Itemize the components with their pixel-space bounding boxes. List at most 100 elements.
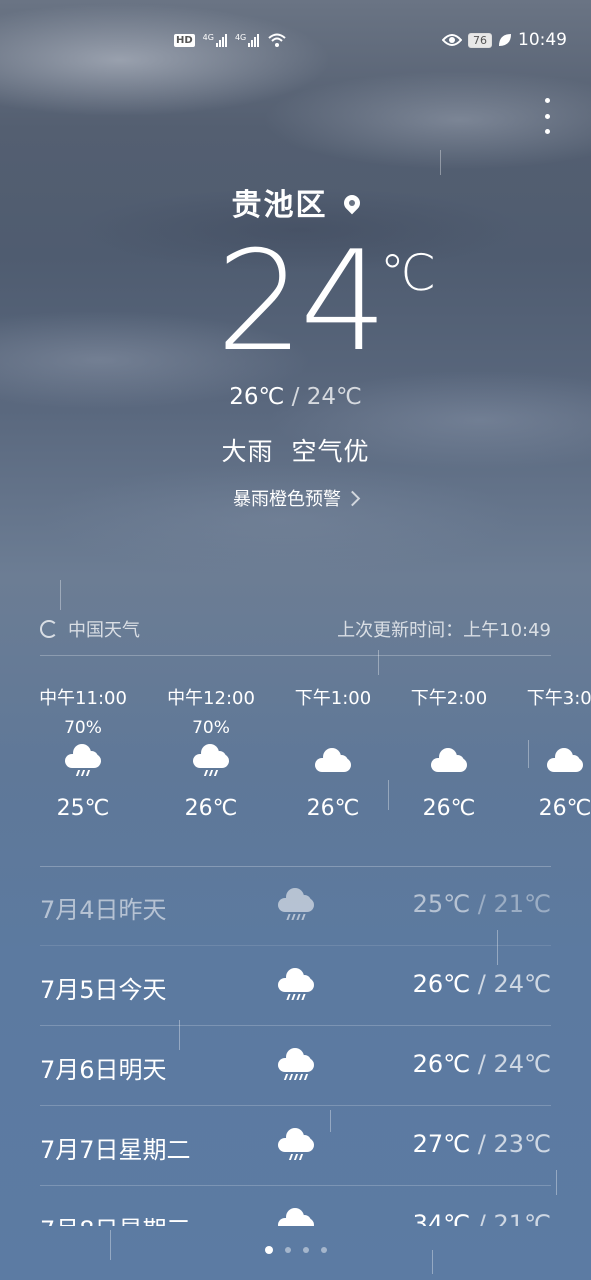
day-temp-range: 26℃ / 24℃ (413, 970, 551, 998)
more-options-button[interactable] (541, 98, 553, 134)
separator: / (477, 1210, 486, 1226)
rain-cloud-icon (276, 886, 316, 926)
location-pin-icon (340, 191, 363, 215)
hour-time: 中午12:00 (167, 688, 255, 709)
hour-time: 下午2:00 (410, 688, 488, 709)
cloud-icon (276, 1206, 316, 1226)
location-header[interactable]: 贵池区 (0, 180, 591, 224)
current-temperature: 24 (216, 221, 388, 382)
last-updated: 上次更新时间：上午10:49 (337, 620, 551, 641)
day-temp-range: 26℃ / 24℃ (413, 1050, 551, 1078)
precip-probability (394, 718, 504, 738)
source-row: 中国天气 上次更新时间：上午10:49 (40, 616, 551, 644)
rain-cloud-icon (28, 742, 138, 792)
daily-row[interactable]: 7月6日明天 26℃ / 24℃ (40, 1026, 551, 1106)
page-dot[interactable] (284, 1247, 291, 1253)
hd-badge: HD (174, 33, 195, 47)
precip-probability: 70% (64, 718, 102, 738)
separator: / (477, 890, 486, 918)
page-dot[interactable] (320, 1247, 327, 1253)
hour-temp: 26℃ (184, 796, 238, 821)
day-label: 7月4日昨天 (40, 896, 167, 924)
heavy-rain-cloud-icon (276, 1046, 316, 1086)
hourly-item: 下午1:00 26℃ (278, 684, 388, 821)
separator: / (477, 1050, 486, 1078)
day-label: 7月6日明天 (40, 1056, 167, 1084)
eye-icon (442, 34, 462, 46)
day-label: 7月7日星期二 (40, 1136, 191, 1164)
day-low: 21℃ (493, 1210, 552, 1226)
today-high: 26℃ (229, 384, 285, 410)
clock: 10:49 (518, 30, 567, 50)
day-label: 7月5日今天 (40, 976, 167, 1004)
daily-forecast[interactable]: 7月4日昨天 25℃ / 21℃ 7月5日今天 26℃ / 24℃ 7月6日明天… (40, 866, 551, 1226)
air-quality[interactable]: 空气优 (291, 437, 369, 466)
hourly-item: 中午11:00 70% 25℃ (28, 684, 138, 821)
hour-time: 中午11:00 (39, 688, 127, 709)
hourly-item: 下午2:00 26℃ (394, 684, 504, 821)
hour-time: 下午3:00 (526, 688, 591, 709)
cloud-icon (510, 742, 591, 792)
today-low: 24℃ (306, 384, 362, 410)
day-label: 7月8日星期三 (40, 1210, 191, 1226)
signal-icon: 4G (234, 33, 260, 47)
day-temp-range: 25℃ / 21℃ (413, 890, 551, 918)
day-temp-range: 34℃ / 21℃ (413, 1210, 551, 1226)
divider (40, 655, 551, 656)
cloud-icon (394, 742, 504, 792)
page-indicator[interactable] (0, 1246, 591, 1254)
rain-cloud-icon (276, 1126, 316, 1166)
status-bar: HD 4G 4G 76 10:49 (0, 30, 591, 56)
day-temp-range: 27℃ / 23℃ (413, 1130, 551, 1158)
network-type-label: 4G (202, 33, 214, 42)
network-type-label: 4G (234, 33, 247, 42)
source-name: 中国天气 (68, 620, 140, 641)
rain-cloud-icon (156, 742, 266, 792)
weather-alert-label: 暴雨橙色预警 (233, 489, 341, 510)
page-dot-active[interactable] (264, 1246, 273, 1254)
day-high: 27℃ (412, 1130, 471, 1158)
temperature-unit: ℃ (380, 244, 437, 302)
day-high: 26℃ (412, 1050, 471, 1078)
day-low: 21℃ (493, 890, 552, 918)
city-name: 贵池区 (231, 188, 328, 223)
condition-line: 大雨 空气优 (0, 432, 591, 468)
precip-probability (278, 718, 388, 738)
day-low: 24℃ (493, 1050, 552, 1078)
day-low: 23℃ (493, 1130, 552, 1158)
data-source[interactable]: 中国天气 (40, 616, 140, 642)
hour-temp: 25℃ (56, 796, 110, 821)
today-high-low: 26℃ / 24℃ (0, 384, 591, 410)
hour-temp: 26℃ (422, 796, 476, 821)
precip-probability: 70% (192, 718, 230, 738)
page-dot[interactable] (302, 1247, 309, 1253)
wifi-icon (268, 33, 286, 47)
day-high: 26℃ (412, 970, 471, 998)
day-high: 25℃ (412, 890, 471, 918)
cloud-icon (278, 742, 388, 792)
daily-row[interactable]: 7月5日今天 26℃ / 24℃ (40, 946, 551, 1026)
hour-time: 下午1:00 (294, 688, 372, 709)
separator: / (291, 384, 300, 410)
separator: / (477, 970, 486, 998)
hour-temp: 26℃ (538, 796, 591, 821)
hourly-item: 中午12:00 70% 26℃ (156, 684, 266, 821)
hourly-forecast[interactable]: 中午11:00 70% 25℃ 中午12:00 70% 26℃ 下午1:00 2… (0, 684, 591, 844)
chevron-right-icon (344, 490, 361, 507)
day-low: 24℃ (493, 970, 552, 998)
precip-probability (510, 718, 591, 738)
rain-cloud-icon (276, 966, 316, 1006)
battery-icon: 76 (468, 32, 492, 48)
hourly-item: 下午3:00 26℃ (510, 684, 591, 821)
separator: / (477, 1130, 486, 1158)
signal-icon: 4G (203, 33, 227, 47)
daily-row[interactable]: 7月8日星期三 34℃ / 21℃ (40, 1186, 551, 1226)
daily-row[interactable]: 7月7日星期二 27℃ / 23℃ (40, 1106, 551, 1186)
day-high: 34℃ (412, 1210, 471, 1226)
china-weather-logo-icon (40, 620, 58, 638)
weather-condition: 大雨 (221, 437, 274, 466)
daily-row[interactable]: 7月4日昨天 25℃ / 21℃ (40, 866, 551, 946)
leaf-icon (499, 34, 511, 46)
weather-alert-link[interactable]: 暴雨橙色预警 (0, 485, 591, 511)
hour-temp: 26℃ (306, 796, 360, 821)
